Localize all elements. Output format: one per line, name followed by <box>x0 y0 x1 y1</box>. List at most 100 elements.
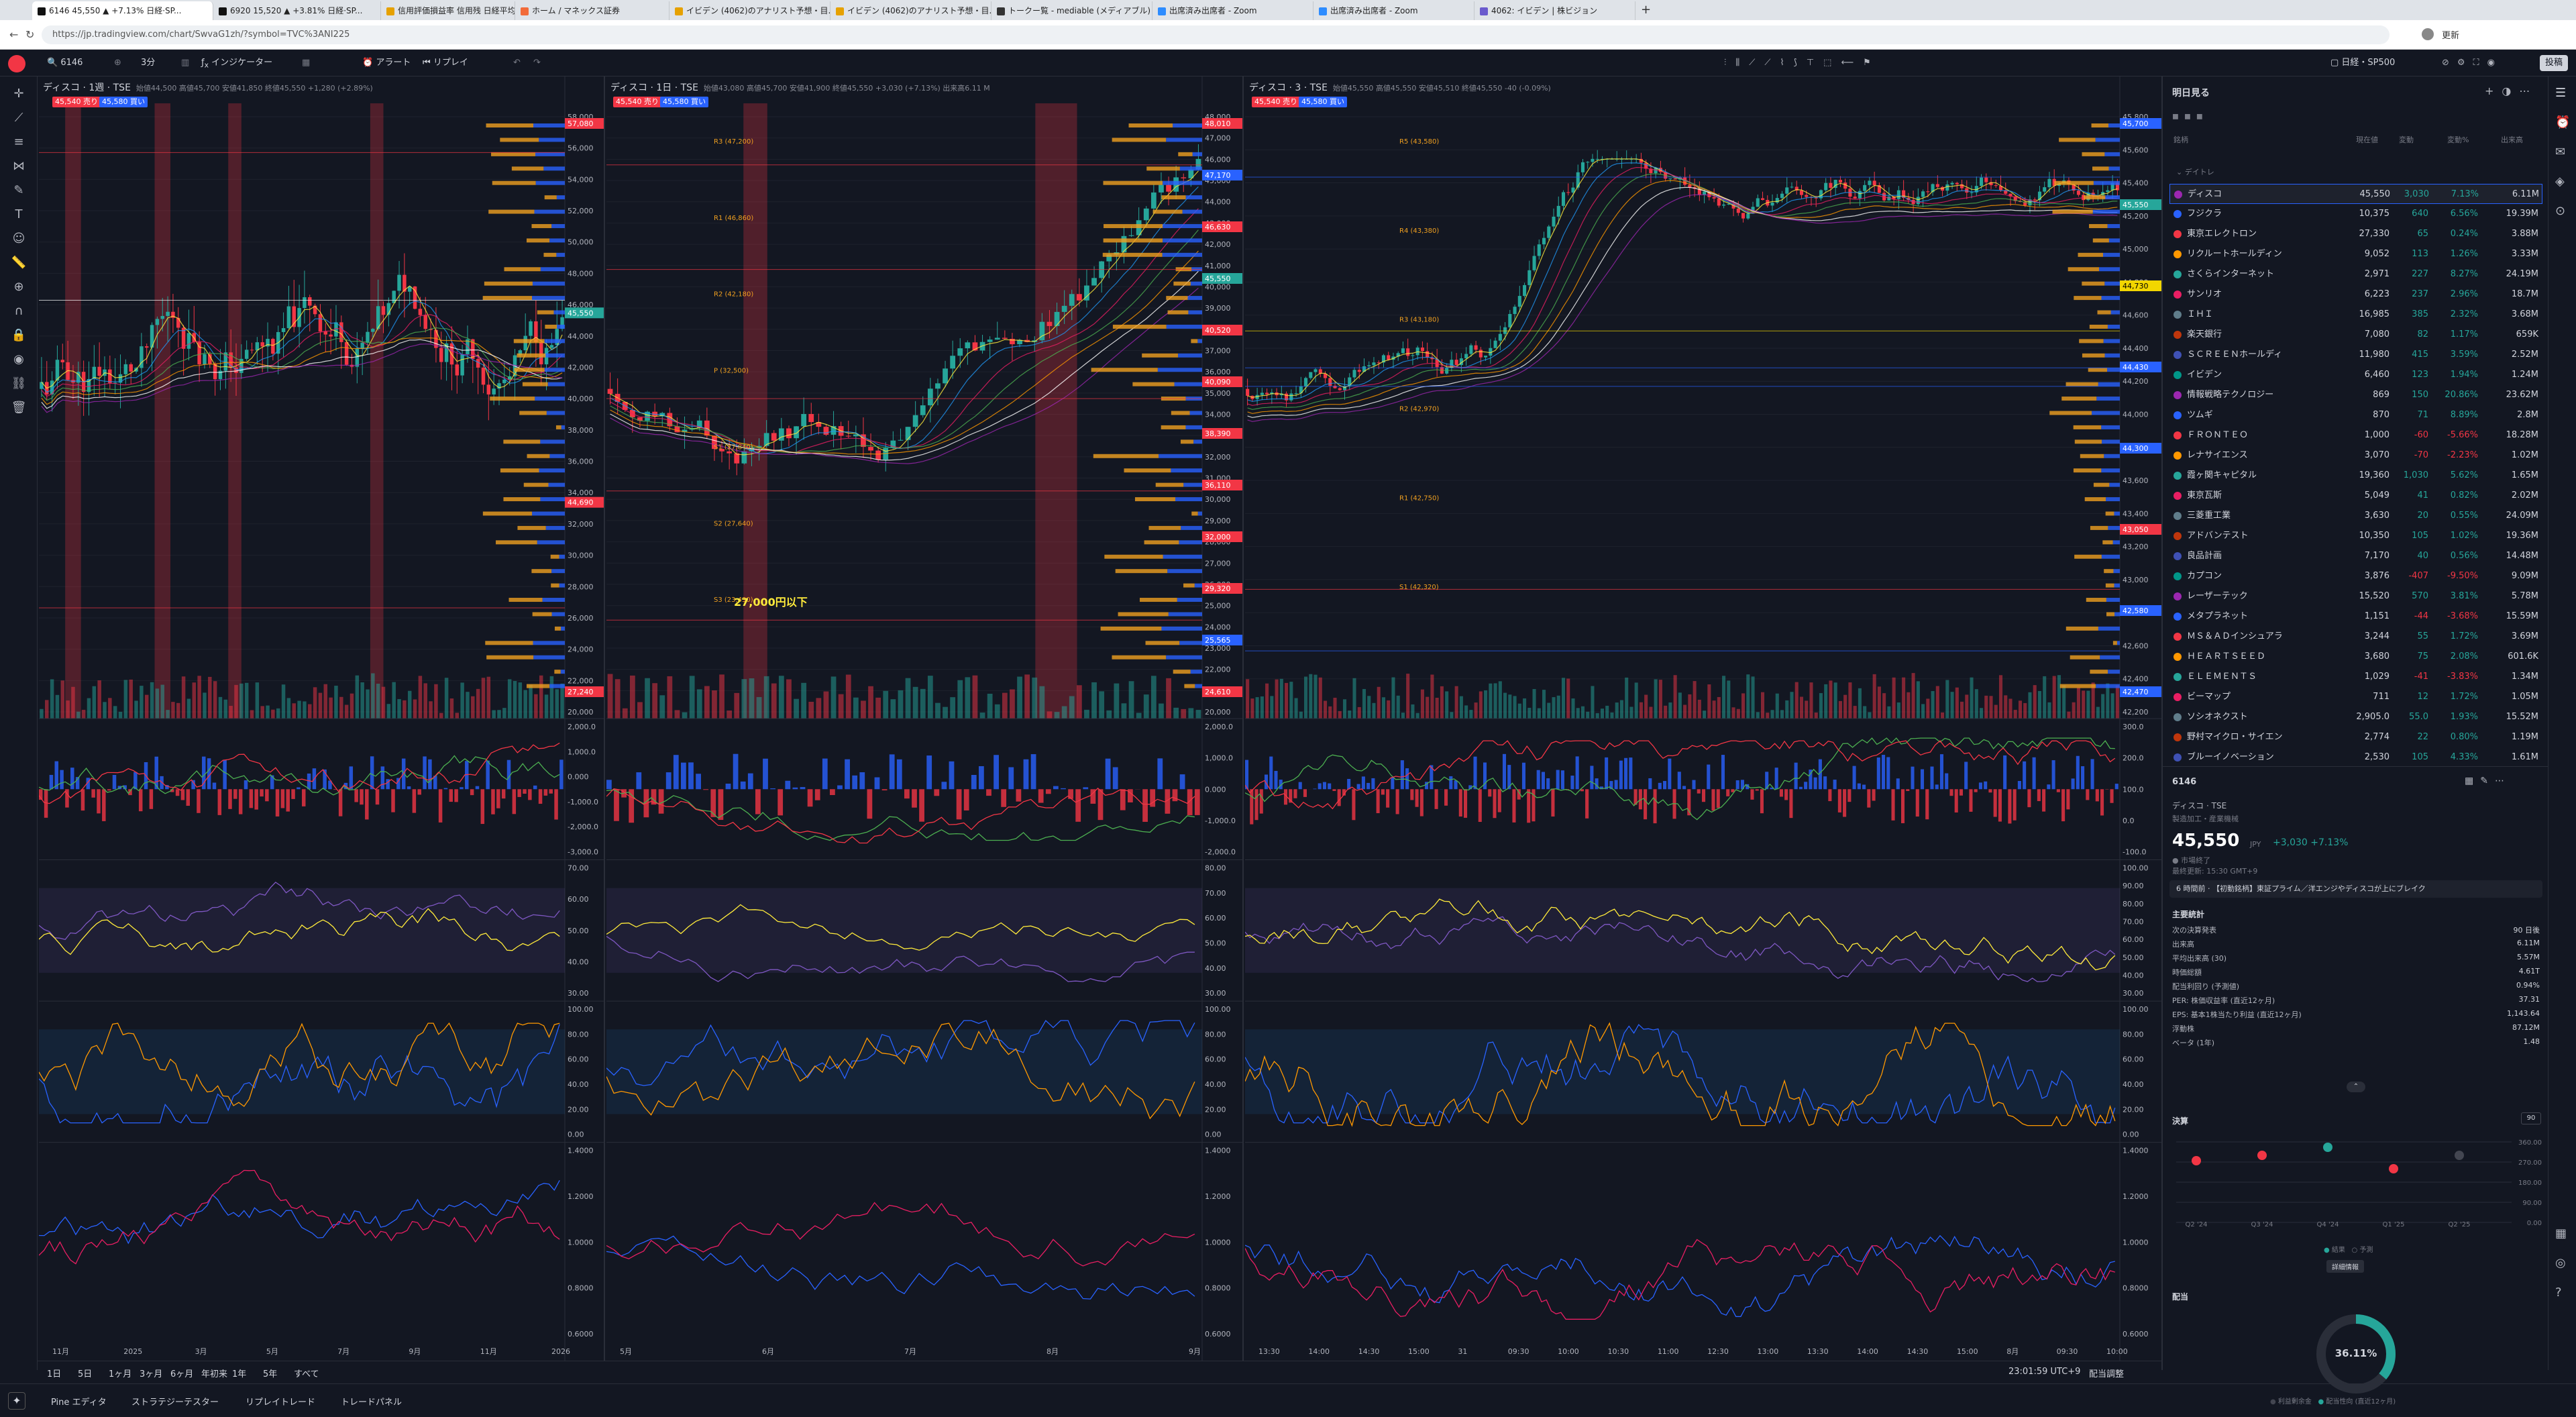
range-button[interactable]: 3ヶ月 <box>140 1367 162 1379</box>
help-icon[interactable]: ? <box>2555 1285 2562 1300</box>
watchlist-row[interactable]: 良品計画 7,170 40 0.56% 14.48M <box>2169 546 2542 566</box>
lock-icon[interactable]: 🔒 <box>11 327 27 344</box>
watchlist-row[interactable]: リクルートホールディン 9,052 113 1.26% 3.33M <box>2169 244 2542 264</box>
watchlist-row[interactable]: ディスコ 45,550 3,030 7.13% 6.11M <box>2169 184 2542 204</box>
ideas-icon[interactable]: ⊙ <box>2555 204 2565 218</box>
publish-button[interactable]: 投稿 <box>2540 55 2569 71</box>
browser-tab[interactable]: トークー覧 - mediable (メディアブル) <box>991 1 1152 20</box>
watchlist-row[interactable]: 霞ヶ関キャピタル 19,360 1,030 5.62% 1.65M <box>2169 466 2542 486</box>
watchlist-row[interactable]: 情報戦略テクノロジー 869 150 20.86% 23.62M <box>2169 385 2542 405</box>
watchlist-row[interactable]: イビデン 6,460 123 1.94% 1.24M <box>2169 365 2542 385</box>
fib-icon[interactable]: ≡ <box>11 134 27 150</box>
avatar[interactable] <box>2422 28 2434 40</box>
chart-canvas[interactable]: 58,00056,00054,00052,00050,00048,00046,0… <box>39 76 605 1361</box>
trash-icon[interactable]: 🗑 <box>11 400 27 416</box>
collapse-button[interactable]: ⌃ <box>2347 1082 2365 1092</box>
detail-actions-icon[interactable]: ▦✎⋯ <box>2465 776 2511 786</box>
browser-tab[interactable]: イビデン (4062)のアナリスト予想・目... <box>830 1 991 20</box>
range-button[interactable]: 1ヶ月 <box>109 1367 131 1379</box>
crosshair-icon[interactable]: ✛ <box>11 86 27 102</box>
watchlist-row[interactable]: 野村マイクロ・サイエン 2,774 22 0.80% 1.19M <box>2169 727 2542 747</box>
range-button[interactable]: すべて <box>294 1367 319 1379</box>
brush-icon[interactable]: ✎ <box>11 182 27 199</box>
chart-canvas[interactable]: 45,80045,60045,40045,20045,00044,80044,6… <box>1245 76 2161 1361</box>
news-headline[interactable]: 6 時間前 · 【初動銘柄】東証プライム／洋エンジやディスコが上にブレイク <box>2169 880 2542 898</box>
drawing-tools-icon[interactable]: ⫶⫼⟋⟋⌇⟆⊤⬚⟵⚑ <box>1724 55 1880 71</box>
chart-pane-weekly[interactable]: 58,000 56,000 54,000 52,000 50,000 48,000 46,0… <box>39 76 605 1361</box>
watchlist-row[interactable]: 楽天銀行 7,080 82 1.17% 659K <box>2169 325 2542 345</box>
range-button[interactable]: 1日 <box>47 1367 61 1379</box>
watchlist-row[interactable]: ＳＣＲＥＥＮホールディ 11,980 415 3.59% 2.52M <box>2169 345 2542 365</box>
add-symbol-icon[interactable]: ⊕ <box>114 55 121 71</box>
watchlist-row[interactable]: ツムギ 870 71 8.89% 2.8M <box>2169 405 2542 425</box>
profile-button[interactable]: 更新 <box>2442 28 2459 41</box>
eye-icon[interactable]: ◉ <box>11 352 27 368</box>
symbol-search[interactable]: 🔍 6146 <box>47 55 83 71</box>
buy-button[interactable]: 45,580 買い <box>660 97 708 107</box>
watchlist-row[interactable]: ソシオネクスト 2,905.0 55.0 1.93% 15.52M <box>2169 707 2542 727</box>
templates-icon[interactable]: ▦ <box>302 55 310 71</box>
section-header[interactable]: ⌄ デイトレ <box>2176 166 2214 177</box>
browser-tab[interactable]: 6146 45,550 ▲ +7.13% 日経·SP... <box>32 1 213 20</box>
layout-select[interactable]: ▢ 日経・SP500 <box>2330 55 2395 71</box>
range-button[interactable]: 1年 <box>232 1367 246 1379</box>
browser-tab[interactable]: 出席済み出席者 - Zoom <box>1152 1 1313 20</box>
list-controls-icon[interactable]: ◼◼◼ <box>2172 111 2208 121</box>
watchlist-row[interactable]: ＨＥＡＲＴＳＥＥＤ 3,680 75 2.08% 601.6K <box>2169 647 2542 667</box>
watchlist-row[interactable]: ＩＨＩ 16,985 385 2.32% 3.68M <box>2169 305 2542 325</box>
chart-canvas[interactable]: 48,00047,00046,00045,00044,00043,00042,0… <box>606 76 1244 1361</box>
sell-button[interactable]: 45,540 売り <box>52 97 101 107</box>
browser-tab[interactable]: 6920 15,520 ▲ +3.81% 日経·SP... <box>213 1 381 20</box>
redo-icon[interactable]: ↷ <box>533 55 541 71</box>
browser-tab[interactable]: 出席済み出席者 - Zoom <box>1313 1 1474 20</box>
settings-icon[interactable]: ⊘⚙⛶◉ <box>2442 55 2503 71</box>
chat-icon[interactable]: ✉ <box>2555 145 2565 159</box>
watchlist-row[interactable]: 東京エレクトロン 27,330 65 0.24% 3.88M <box>2169 224 2542 244</box>
tab-strategy-tester[interactable]: ストラテジーテスター <box>131 1395 219 1408</box>
tab-pine-editor[interactable]: Pine エディタ <box>51 1395 107 1408</box>
watchlist-row[interactable]: ビーマップ 711 12 1.72% 1.05M <box>2169 687 2542 707</box>
watchlist-row[interactable]: 三菱重工業 3,630 20 0.55% 24.09M <box>2169 506 2542 526</box>
browser-tab[interactable]: ホーム / マネックス証券 <box>515 1 669 20</box>
watchlist-row[interactable]: レーザーテック 15,520 570 3.81% 5.78M <box>2169 586 2542 607</box>
watchlist-icon[interactable]: ☰ <box>2555 86 2566 100</box>
earnings-period[interactable]: 90 <box>2521 1112 2541 1124</box>
sell-button[interactable]: 45,540 売り <box>1252 97 1300 107</box>
interval-select[interactable]: 3分 <box>141 55 155 71</box>
text-icon[interactable]: T <box>11 207 27 223</box>
watchlist-title[interactable]: 明日見る <box>2172 86 2210 99</box>
magnet-icon[interactable]: ∩ <box>11 303 27 319</box>
ruler-icon[interactable]: 📏 <box>11 255 27 271</box>
signal-icon[interactable]: ◎ <box>2555 1256 2566 1270</box>
bar-style-icon[interactable]: ▥ <box>181 55 189 71</box>
pattern-icon[interactable]: ⋈ <box>11 158 27 174</box>
watchlist-row[interactable]: ブルーイノベーション 2,530 105 4.33% 1.61M <box>2169 747 2542 768</box>
watchlist-row[interactable]: メタプラネット 1,151 -44 -3.68% 15.59M <box>2169 607 2542 627</box>
adjust-toggle[interactable]: 配当調整 <box>2089 1367 2124 1379</box>
reload-icon[interactable]: ↻ <box>25 28 34 41</box>
new-tab-button[interactable]: + <box>1641 3 1651 17</box>
tab-replay-trade[interactable]: リプレイトレード <box>246 1395 315 1408</box>
more-info-button[interactable]: 詳細情報 <box>2326 1260 2364 1273</box>
alert-button[interactable]: ⏰ アラート <box>362 55 411 71</box>
watchlist-row[interactable]: ＦＲＯＮＴＥＯ 1,000 -60 -5.66% 18.28M <box>2169 425 2542 445</box>
range-button[interactable]: 5日 <box>78 1367 92 1379</box>
buy-button[interactable]: 45,580 買い <box>1299 97 1347 107</box>
calendar-icon[interactable]: ▦ <box>2555 1226 2567 1241</box>
range-button[interactable]: 5年 <box>263 1367 277 1379</box>
zoom-icon[interactable]: ⊕ <box>11 279 27 295</box>
browser-tab[interactable]: イビデン (4062)のアナリスト予想・目... <box>669 1 830 20</box>
watchlist-row[interactable]: ＥＬＥＭＥＮＴＳ 1,029 -41 -3.83% 1.34M <box>2169 667 2542 687</box>
chart-pane-daily[interactable]: 48,00047,00046,00045,00044,00043,00042,0… <box>606 76 1244 1361</box>
watchlist-row[interactable]: ＭＳ＆ＡＤインシュアラ 3,244 55 1.72% 3.69M <box>2169 627 2542 647</box>
watchlist-row[interactable]: カプコン 3,876 -407 -9.50% 9.09M <box>2169 566 2542 586</box>
link-icon[interactable]: ⛓ <box>11 376 27 392</box>
undo-icon[interactable]: ↶ <box>513 55 521 71</box>
watchlist-row[interactable]: サンリオ 6,223 237 2.96% 18.7M <box>2169 284 2542 305</box>
indicators-button[interactable]: ƒx インジケーター <box>201 55 272 71</box>
range-button[interactable]: 6ヶ月 <box>170 1367 193 1379</box>
back-icon[interactable]: ← <box>9 28 18 41</box>
tab-trade-panel[interactable]: トレードパネル <box>341 1395 402 1408</box>
user-avatar[interactable] <box>8 55 25 72</box>
watchlist-row[interactable]: フジクラ 10,375 640 6.56% 19.39M <box>2169 204 2542 224</box>
